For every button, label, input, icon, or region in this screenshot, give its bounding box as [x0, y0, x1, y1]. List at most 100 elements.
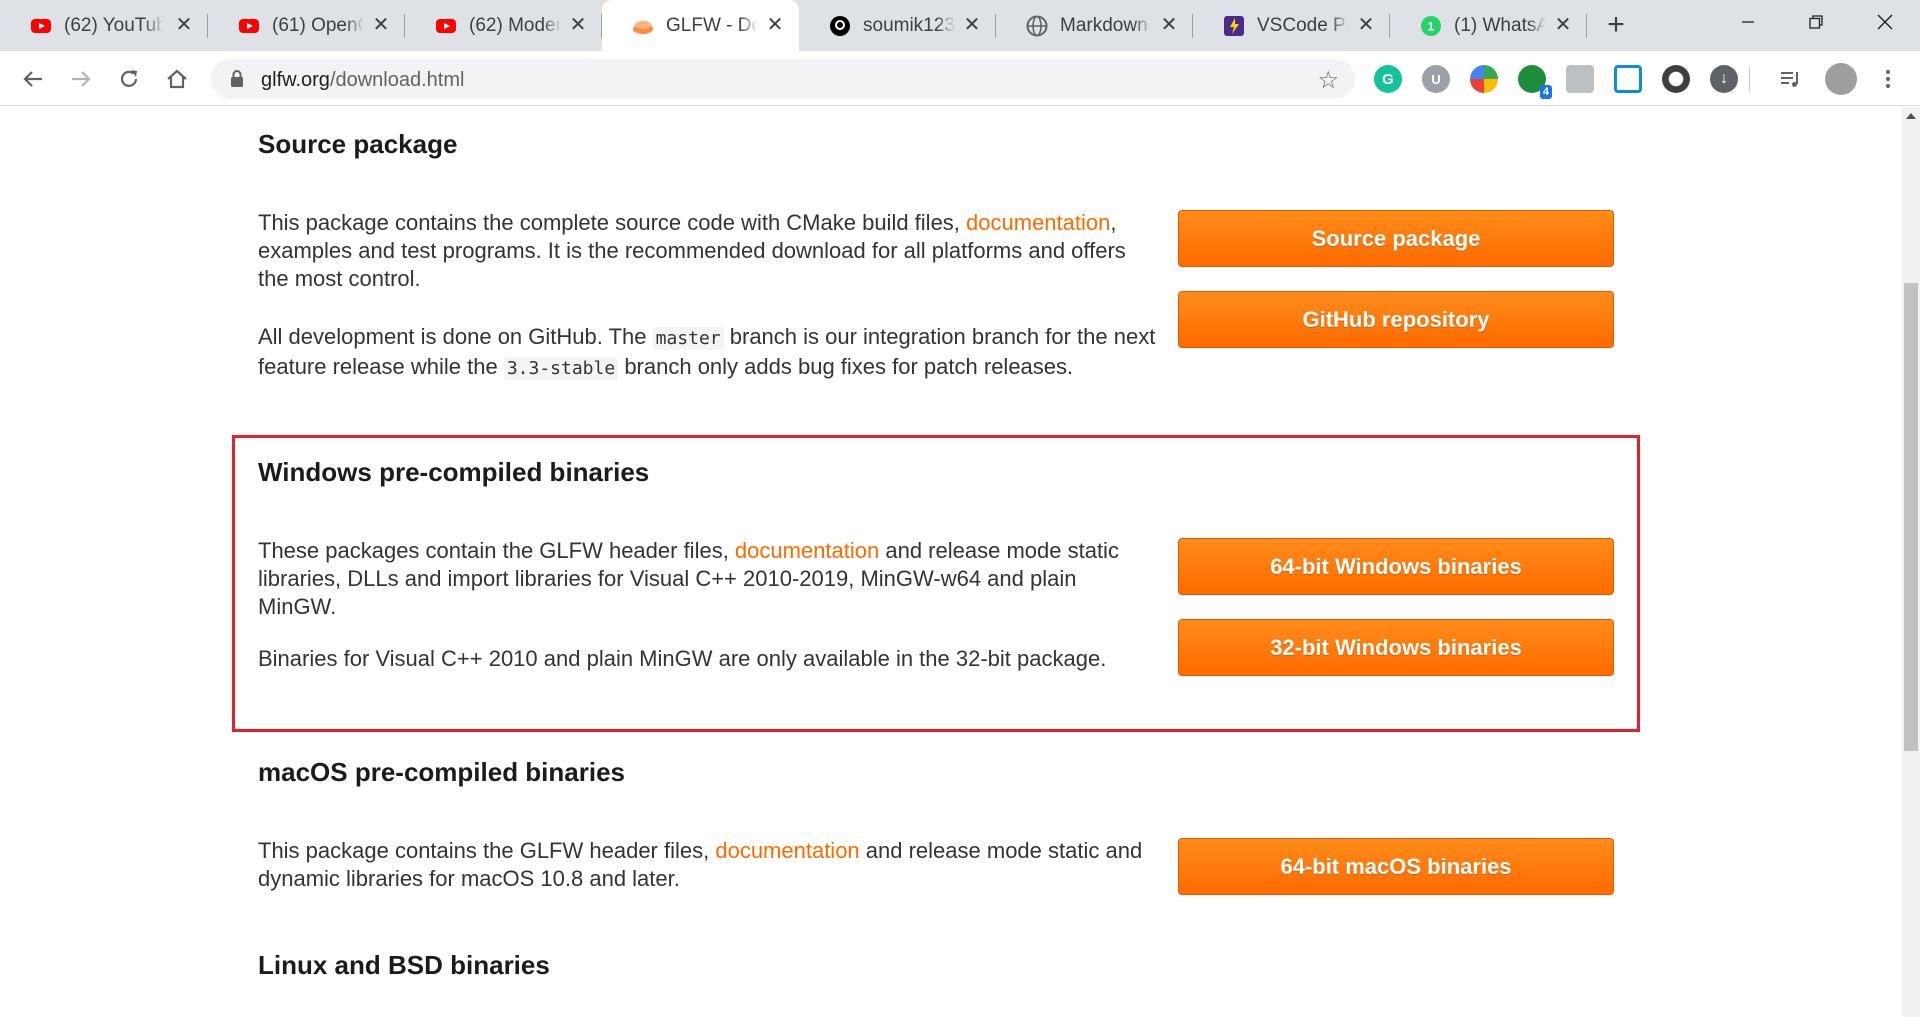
source-description: This package contains the complete sourc…: [258, 209, 1158, 293]
chrome-menu-button[interactable]: [1872, 63, 1904, 95]
globe-icon: [1026, 15, 1048, 37]
windows-description: These packages contain the GLFW header f…: [258, 537, 1158, 621]
home-button[interactable]: [161, 63, 193, 95]
close-tab-icon[interactable]: ✕: [172, 13, 196, 37]
close-tab-icon[interactable]: ✕: [566, 13, 590, 37]
linux-binaries-section: Linux and BSD binaries: [258, 950, 1613, 981]
code-master: master: [652, 327, 724, 350]
youtube-icon: [239, 19, 259, 33]
windows-note: Binaries for Visual C++ 2010 and plain M…: [258, 646, 1107, 671]
macos-64bit-button[interactable]: 64-bit macOS binaries: [1178, 838, 1614, 895]
section-heading: Windows pre-compiled binaries: [258, 457, 650, 487]
documentation-link[interactable]: documentation: [966, 210, 1110, 235]
glfw-icon: [633, 21, 653, 34]
close-tab-icon[interactable]: ✕: [960, 13, 984, 37]
macos-description: This package contains the GLFW header fi…: [258, 837, 1158, 893]
tab-title: (62) Modern: [469, 14, 561, 36]
vscode-power-icon: [1224, 16, 1244, 36]
documentation-link[interactable]: documentation: [715, 838, 859, 863]
cast-extension-icon[interactable]: [1614, 65, 1642, 93]
url-text[interactable]: glfw.org/download.html: [261, 69, 464, 92]
minimize-icon: [1742, 21, 1754, 23]
code-stable-branch: 3.3-stable: [503, 357, 619, 380]
github-repository-button[interactable]: GitHub repository: [1178, 291, 1614, 348]
tab-title: VSCode Power: [1257, 14, 1349, 36]
tab-strip: (62) YouTube ✕ (61) OpenGL ✕ (62) Modern…: [0, 0, 1920, 51]
close-tab-icon[interactable]: ✕: [1354, 13, 1378, 37]
tab-title: (61) OpenGL: [272, 14, 364, 36]
ublock-extension-icon[interactable]: U: [1422, 65, 1450, 93]
windows-32bit-button[interactable]: 32-bit Windows binaries: [1178, 619, 1614, 676]
browser-toolbar: glfw.org/download.html ☆ G U 4 ↓: [0, 51, 1920, 106]
svg-text:1: 1: [1428, 20, 1435, 34]
reload-button[interactable]: [113, 63, 145, 95]
windows-binaries-section: Windows pre-compiled binaries These pack…: [258, 457, 1614, 676]
forward-button[interactable]: [65, 63, 97, 95]
text-span: All development is done on GitHub. The: [258, 324, 653, 349]
restore-icon: [1809, 15, 1823, 29]
close-tab-icon[interactable]: ✕: [1551, 13, 1575, 37]
close-tab-icon[interactable]: ✕: [1157, 13, 1181, 37]
close-tab-icon[interactable]: ✕: [369, 13, 393, 37]
youtube-icon: [31, 19, 51, 33]
grammarly-extension-icon[interactable]: G: [1374, 65, 1402, 93]
tab-title: Markdown Editor: [1060, 14, 1152, 36]
reload-icon: [120, 70, 138, 87]
new-tab-button[interactable]: +: [1600, 10, 1632, 42]
colorful-extension-icon[interactable]: [1470, 65, 1498, 93]
scrollbar-thumb[interactable]: [1904, 283, 1918, 751]
macos-binaries-section: macOS pre-compiled binaries This package…: [258, 757, 1614, 895]
back-button[interactable]: [17, 63, 49, 95]
bookmark-star-icon[interactable]: ☆: [1317, 66, 1339, 95]
toolbar-divider: [1749, 67, 1750, 91]
text-span: This package contains the complete sourc…: [258, 210, 967, 235]
page-viewport: Source package This package contains the…: [0, 107, 1902, 1017]
url-host: glfw.org: [261, 69, 330, 91]
tab-glfw-download[interactable]: GLFW - Download ✕: [602, 0, 799, 51]
section-heading: Source package: [258, 129, 458, 159]
restore-button[interactable]: [1786, 0, 1846, 44]
tab-title: (1) WhatsApp: [1454, 14, 1546, 36]
tab-youtube-2[interactable]: (61) OpenGL ✕: [208, 0, 405, 51]
close-icon: [1877, 14, 1893, 30]
tab-github[interactable]: soumik1234 ✕: [799, 0, 996, 51]
green-chat-extension-icon[interactable]: 4: [1518, 65, 1552, 99]
tab-whatsapp[interactable]: 1 (1) WhatsApp ✕: [1390, 0, 1587, 51]
home-icon: [167, 69, 187, 89]
vertical-scrollbar[interactable]: [1902, 107, 1920, 1017]
tab-vscode-power[interactable]: VSCode Power ✕: [1193, 0, 1390, 51]
extension-badge: 4: [1539, 85, 1552, 99]
text-span: These packages contain the GLFW header f…: [258, 538, 735, 563]
lock-icon: [231, 70, 243, 87]
more-vert-icon: [1886, 70, 1890, 88]
close-tab-icon[interactable]: ✕: [763, 13, 787, 37]
url-path: /download.html: [329, 69, 465, 91]
windows-64bit-button[interactable]: 64-bit Windows binaries: [1178, 538, 1614, 595]
address-bar[interactable]: glfw.org/download.html ☆: [211, 59, 1355, 99]
text-span: branch only adds bug fixes for patch rel…: [618, 354, 1074, 379]
tab-youtube-1[interactable]: (62) YouTube ✕: [0, 0, 208, 51]
tab-separator: [1586, 14, 1587, 38]
tab-markdown-editor[interactable]: Markdown Editor ✕: [996, 0, 1193, 51]
minimize-button[interactable]: [1718, 0, 1778, 44]
documentation-link[interactable]: documentation: [735, 538, 879, 563]
text-span: This package contains the GLFW header fi…: [258, 838, 716, 863]
section-heading: macOS pre-compiled binaries: [258, 757, 626, 787]
tab-title: GLFW - Download: [666, 14, 758, 36]
tab-title: (62) YouTube: [64, 14, 164, 36]
media-control-button[interactable]: [1774, 63, 1806, 95]
forward-arrow-icon: [72, 71, 91, 87]
whatsapp-icon: 1: [1421, 16, 1441, 36]
back-arrow-icon: [23, 71, 42, 87]
scroll-up-arrow-icon[interactable]: [1906, 113, 1916, 119]
github-description: All development is done on GitHub. The m…: [258, 323, 1158, 383]
download-extension-icon[interactable]: ↓: [1710, 65, 1738, 93]
tab-title: soumik1234: [863, 14, 955, 36]
section-heading: Linux and BSD binaries: [258, 950, 550, 980]
screen-extension-icon[interactable]: [1566, 65, 1594, 93]
avatar[interactable]: [1825, 63, 1857, 95]
tab-youtube-3[interactable]: (62) Modern ✕: [405, 0, 602, 51]
source-package-button[interactable]: Source package: [1178, 210, 1614, 267]
close-window-button[interactable]: [1855, 0, 1915, 44]
circle-extension-icon[interactable]: [1662, 65, 1690, 93]
